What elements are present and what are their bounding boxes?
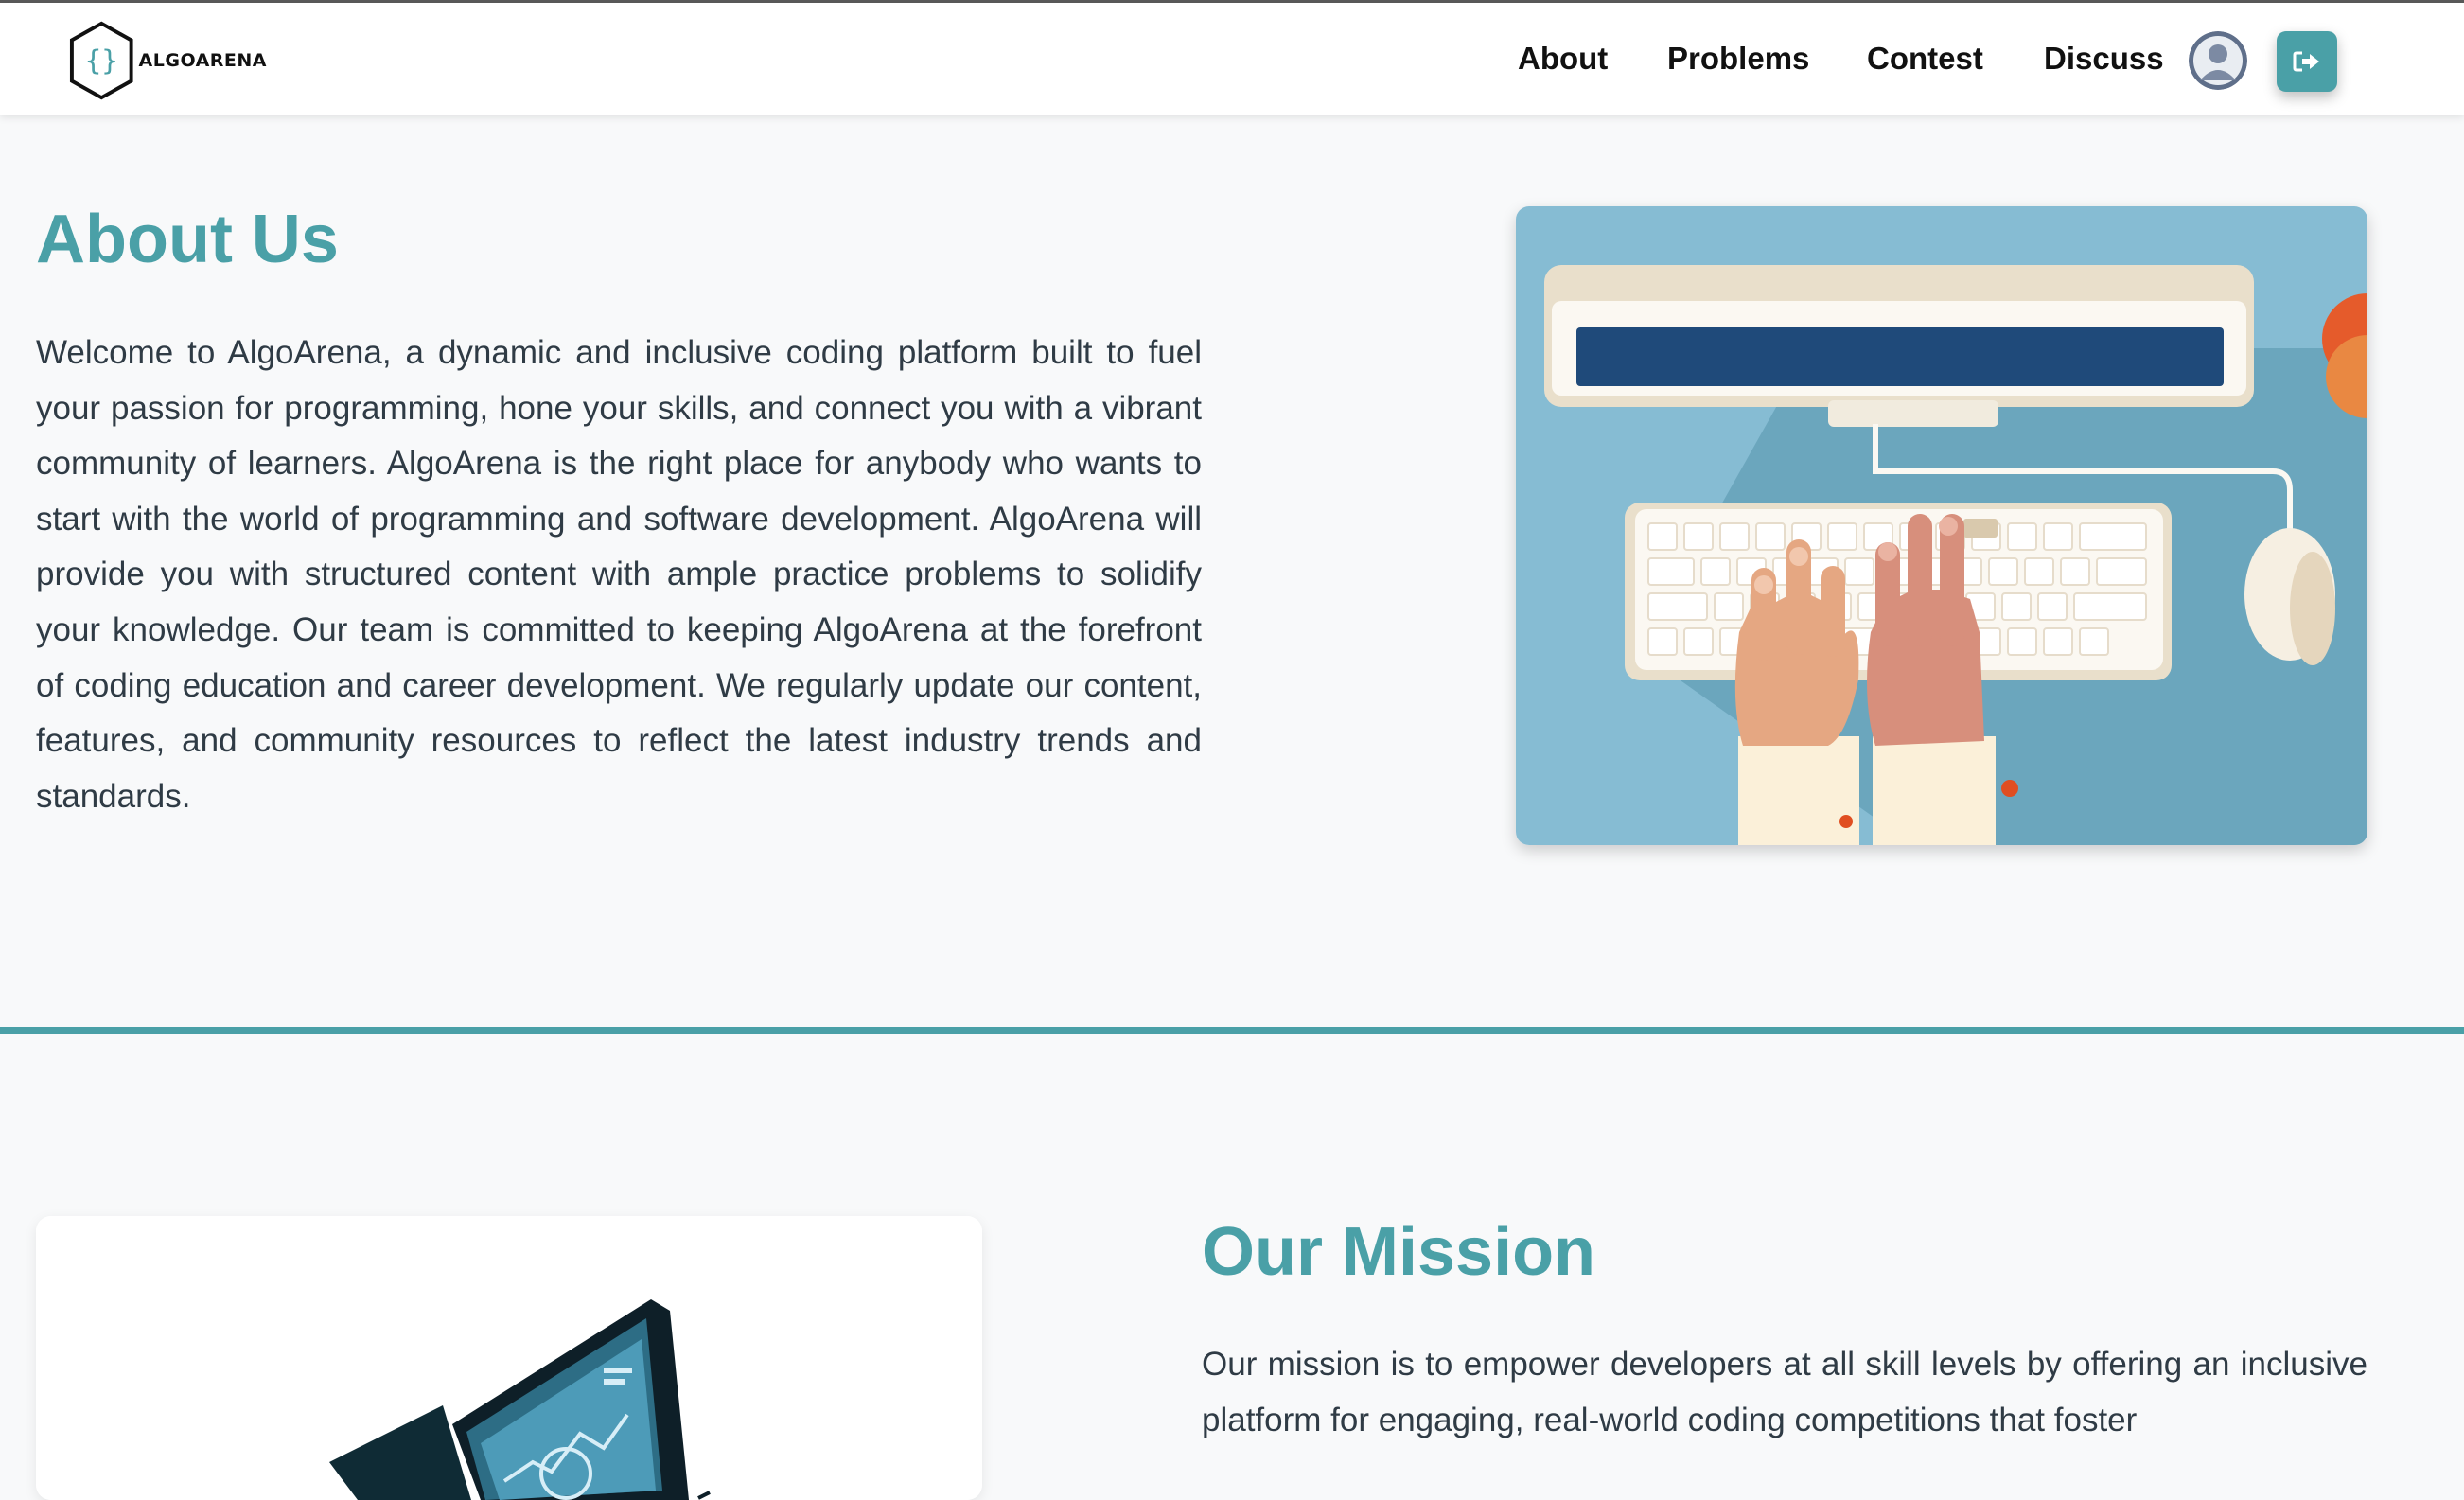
mission-title: Our Mission bbox=[1202, 1214, 1596, 1290]
mission-illustration bbox=[36, 1216, 982, 1500]
logout-button[interactable] bbox=[2277, 31, 2337, 92]
logo[interactable]: {} ALGOARENA bbox=[68, 18, 267, 103]
logo-text: ALGOARENA bbox=[138, 50, 267, 71]
nav-about-link[interactable]: About bbox=[1518, 41, 1608, 77]
about-description: Welcome to AlgoArena, a dynamic and incl… bbox=[36, 334, 1202, 815]
nav-discuss-link[interactable]: Discuss bbox=[2044, 41, 2164, 77]
about-illustration bbox=[1516, 206, 2367, 845]
about-title: About Us bbox=[36, 202, 339, 277]
nav-problems-link[interactable]: Problems bbox=[1667, 41, 1809, 77]
navbar: {} ALGOARENA About Problems Contest Disc… bbox=[0, 3, 2464, 115]
sign-out-icon bbox=[2293, 51, 2319, 72]
svg-text:{}: {} bbox=[85, 44, 118, 77]
logo-hexagon-icon: {} bbox=[69, 21, 133, 100]
mission-description: Our mission is to empower developers at … bbox=[1202, 1346, 2367, 1438]
section-divider bbox=[0, 1027, 2464, 1034]
nav-contest-link[interactable]: Contest bbox=[1867, 41, 1983, 77]
user-avatar-icon[interactable] bbox=[2189, 31, 2247, 90]
